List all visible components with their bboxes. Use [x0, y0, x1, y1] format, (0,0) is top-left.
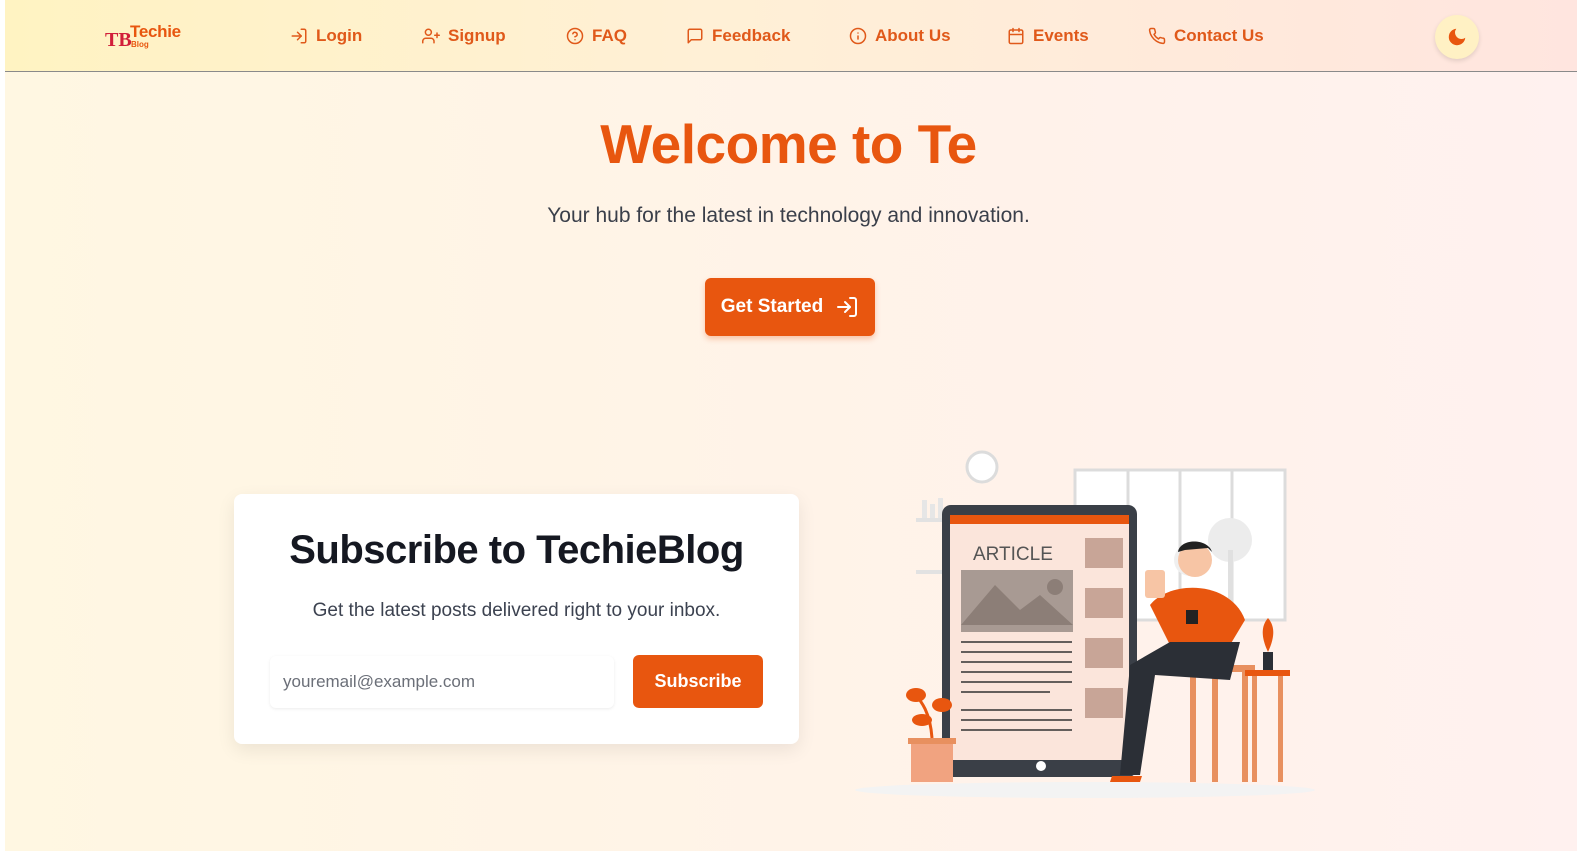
message-square-icon — [687, 28, 703, 44]
theme-toggle-button[interactable] — [1435, 15, 1479, 59]
phone-icon — [1148, 27, 1166, 45]
nav-signup[interactable]: Signup — [422, 24, 506, 48]
subscribe-button-label: Subscribe — [654, 671, 742, 691]
navbar: TB Techie Blog Login Signup FAQ Feedback… — [5, 0, 1577, 72]
subscribe-title: Subscribe to TechieBlog — [289, 528, 744, 572]
nav-login-label: Login — [316, 26, 363, 45]
logo-subtitle: Blog — [131, 40, 149, 49]
nav-signup-label: Signup — [448, 26, 506, 45]
calendar-icon — [1008, 27, 1024, 45]
subscribe-button[interactable]: Subscribe — [633, 655, 763, 708]
email-field[interactable] — [270, 656, 614, 708]
nav-about[interactable]: About Us — [849, 24, 951, 48]
article-label: ARTICLE — [973, 544, 1053, 565]
get-started-label: Get Started — [720, 296, 824, 317]
info-icon — [849, 27, 867, 45]
nav-feedback-label: Feedback — [712, 26, 791, 45]
nav-events-label: Events — [1033, 26, 1089, 45]
login-icon — [837, 297, 858, 317]
user-plus-icon — [422, 28, 440, 44]
logo[interactable]: TB Techie Blog — [105, 20, 215, 54]
nav-events[interactable]: Events — [1007, 24, 1089, 48]
nav-faq-label: FAQ — [592, 26, 627, 45]
nav-faq[interactable]: FAQ — [566, 24, 627, 48]
hero-subtitle: Your hub for the latest in technology an… — [547, 204, 1030, 227]
nav-login[interactable]: Login — [290, 24, 362, 48]
nav-contact[interactable]: Contact Us — [1148, 24, 1264, 48]
nav-feedback[interactable]: Feedback — [686, 24, 790, 48]
moon-icon — [1448, 28, 1466, 46]
logo-title: Techie — [130, 22, 181, 41]
help-circle-icon — [566, 27, 584, 45]
nav-contact-label: Contact Us — [1174, 26, 1264, 45]
get-started-button[interactable]: Get Started — [705, 278, 875, 336]
article-reader-illustration: ARTICLE — [855, 450, 1315, 798]
logo-mark-icon: TB — [105, 29, 131, 50]
nav-about-label: About Us — [875, 26, 951, 45]
hero-title: Welcome to Te — [600, 113, 977, 175]
subscribe-card: Subscribe to TechieBlog Get the latest p… — [234, 494, 799, 744]
subscribe-subtitle: Get the latest posts delivered right to … — [312, 600, 721, 621]
login-icon — [291, 28, 307, 44]
svg-text:TB: TB — [105, 29, 131, 50]
